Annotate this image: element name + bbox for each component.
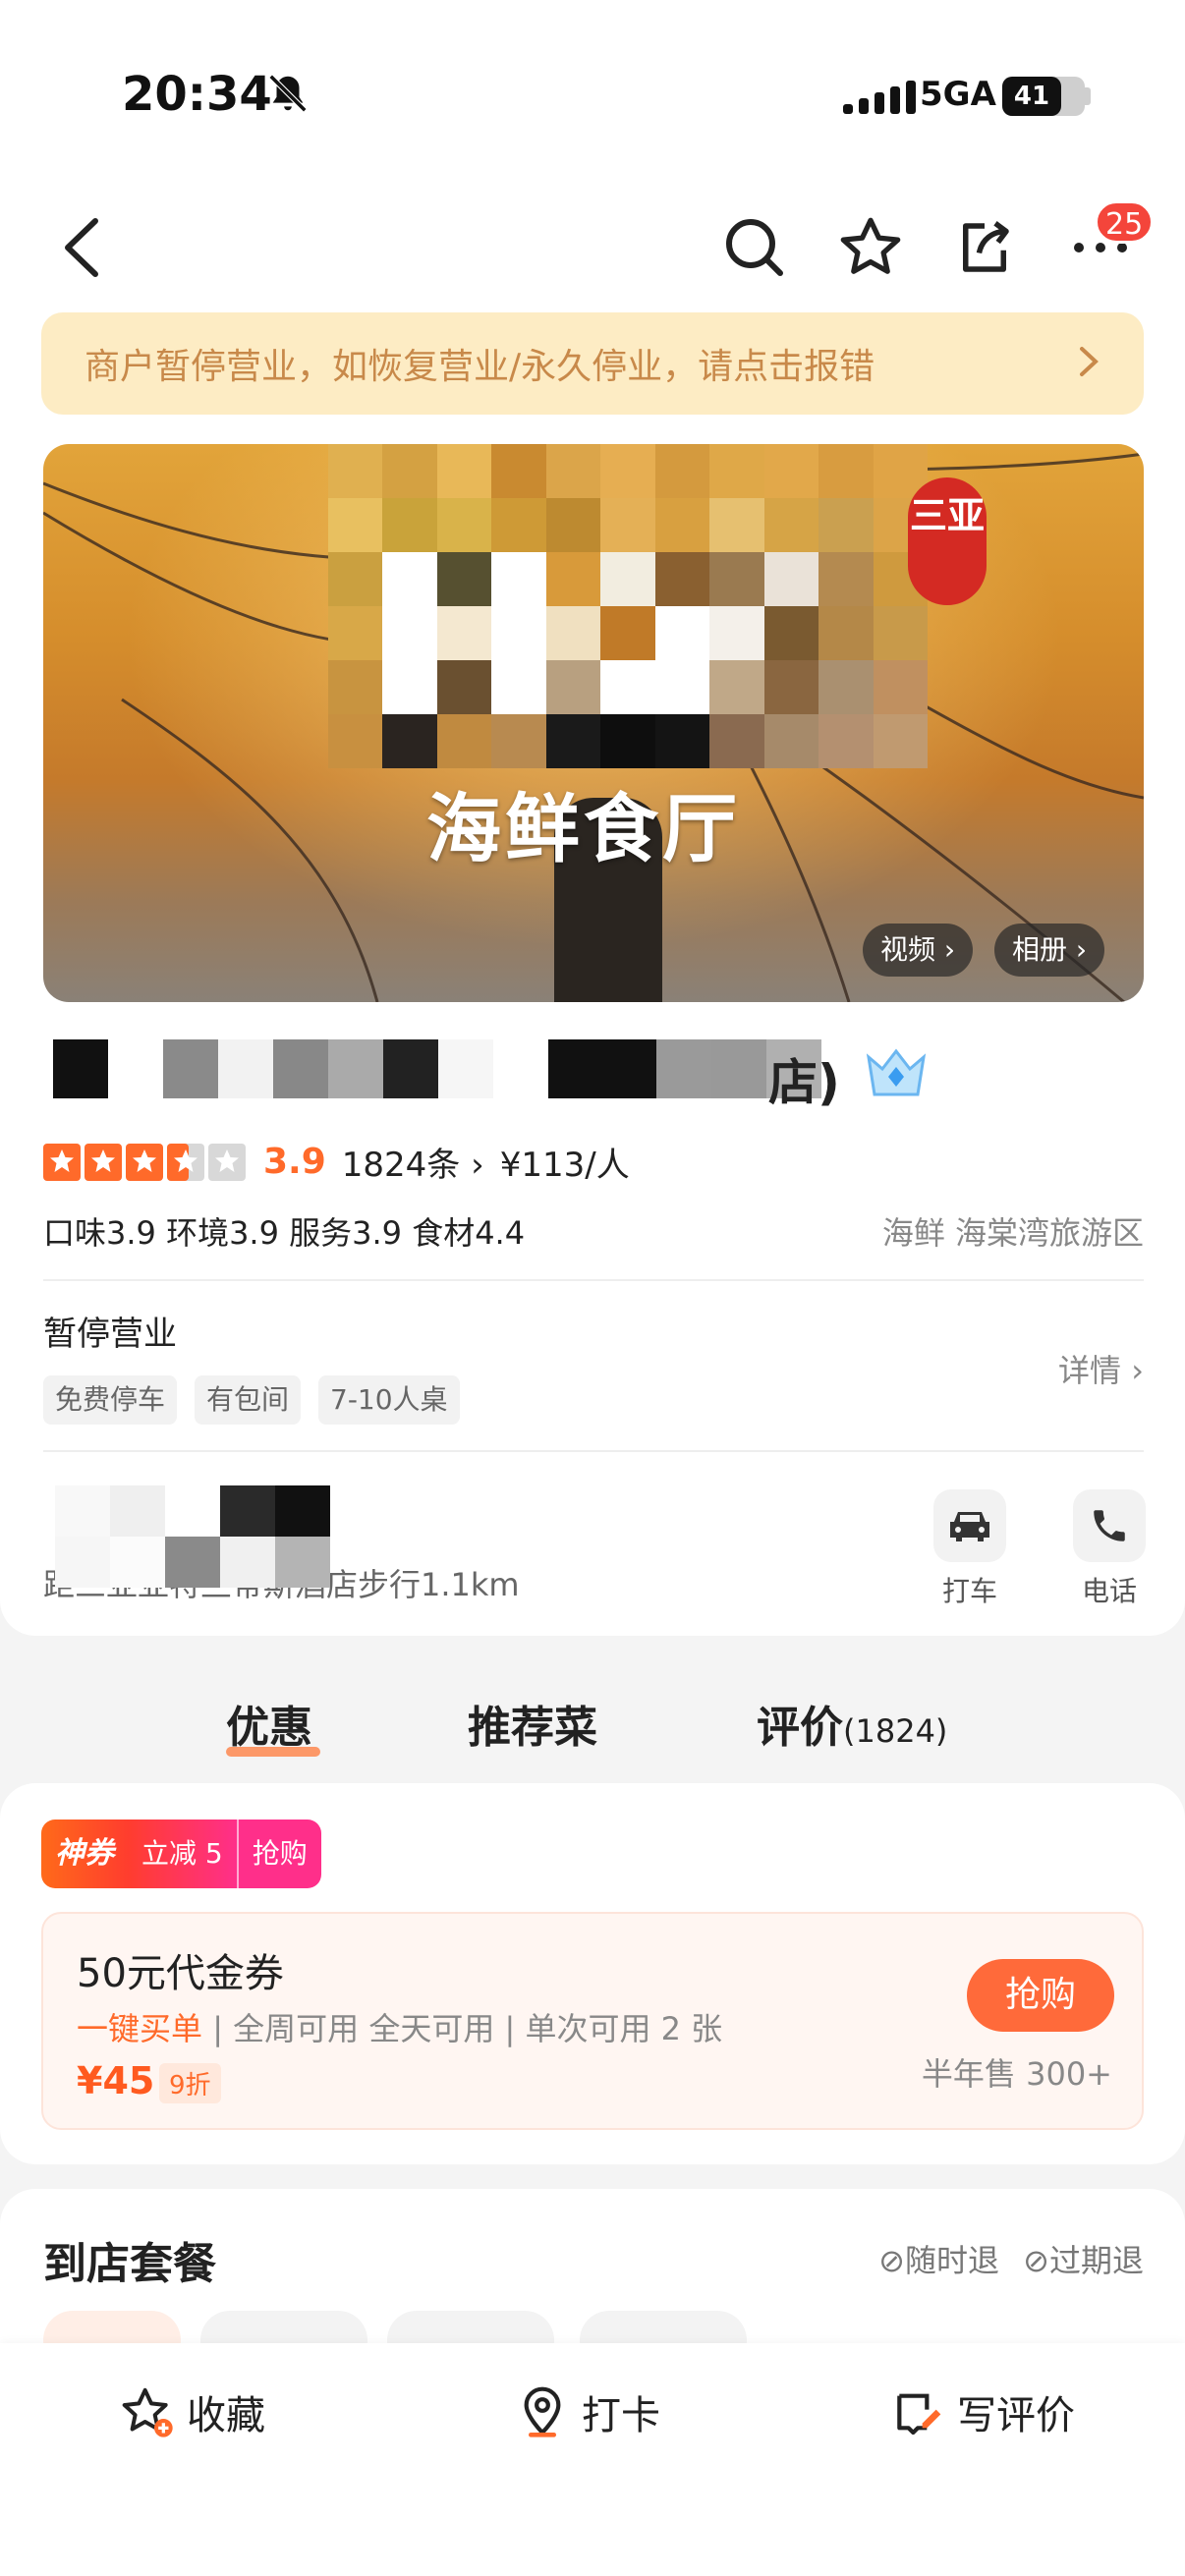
taxi-button[interactable]	[933, 1489, 1006, 1562]
notice-text: 商户暂停营业，如恢复营业/永久停业，请点击报错	[85, 347, 875, 387]
location-pin-icon	[524, 2386, 561, 2437]
tab-recommended-dishes[interactable]: 推荐菜	[468, 1692, 597, 1755]
rating-row[interactable]: 3.9 1824条 › ¥113/人	[43, 1138, 630, 1186]
album-button[interactable]: 相册 ›	[994, 924, 1105, 977]
write-review-button[interactable]: 写评价	[890, 2383, 1075, 2440]
package-title: 到店套餐	[43, 2239, 216, 2289]
phone-button[interactable]	[1073, 1489, 1146, 1562]
crown-badge-icon	[865, 1047, 928, 1102]
voucher-meta: 一键买单 | 全周可用 全天可用 | 单次可用 2 张	[77, 2010, 723, 2047]
category-area[interactable]: 海鲜 海棠湾旅游区	[882, 1208, 1144, 1254]
tag-table-size: 7-10人桌	[318, 1375, 460, 1425]
mute-bell-icon	[265, 71, 310, 120]
details-link[interactable]: 详情 ›	[1058, 1346, 1144, 1391]
hero-caption: 海鲜食厅	[426, 785, 741, 872]
tag-private-room: 有包间	[195, 1375, 302, 1425]
voucher-discount: 9折	[159, 2063, 221, 2103]
tab-reviews[interactable]: 评价(1824)	[757, 1692, 947, 1755]
voucher-price: ¥45	[77, 2059, 155, 2102]
taxi-label: 打车	[941, 1575, 997, 1607]
tag-brand: 神券	[41, 1820, 128, 1888]
share-icon[interactable]	[947, 210, 1022, 285]
search-icon[interactable]	[717, 210, 792, 285]
check-circle-icon: ⊘	[1023, 2242, 1049, 2279]
price-per-person: ¥113/人	[499, 1146, 630, 1185]
write-review-label: 写评价	[957, 2393, 1075, 2438]
star-favorite-icon[interactable]	[833, 210, 908, 285]
phone-label: 电话	[1081, 1575, 1137, 1607]
sanya-stamp: 三亚	[908, 477, 987, 605]
tag-free-parking: 免费停车	[43, 1375, 178, 1425]
video-button[interactable]: 视频 ›	[863, 924, 974, 977]
tab-deals[interactable]: 优惠	[226, 1692, 312, 1755]
star-full-icon	[126, 1143, 163, 1181]
battery-nub	[1085, 87, 1091, 105]
store-name-suffix: 店)	[768, 1054, 840, 1111]
edit-review-icon	[897, 2393, 941, 2436]
divider	[43, 1450, 1144, 1452]
phone-icon	[1094, 1510, 1125, 1541]
bottom-action-bar	[0, 2343, 1185, 2576]
star-plus-icon	[122, 2387, 173, 2437]
back-icon[interactable]	[45, 210, 120, 285]
tag-grab: 抢购	[236, 1820, 321, 1888]
blurred-logo-mosaic	[328, 444, 928, 768]
signal-icon	[843, 79, 916, 122]
closed-notice-banner[interactable]: 商户暂停营业，如恢复营业/永久停业，请点击报错	[41, 312, 1144, 415]
star-full-icon	[43, 1143, 81, 1181]
check-circle-icon: ⊘	[878, 2242, 905, 2279]
business-status: 暂停营业	[43, 1315, 177, 1354]
rating-score: 3.9	[263, 1142, 326, 1182]
more-notification-badge: 25	[1095, 200, 1155, 244]
favorite-label: 收藏	[187, 2393, 265, 2438]
voucher-title: 50元代金券	[77, 1951, 284, 1996]
network-type: 5GA	[920, 75, 996, 114]
status-time: 20:34	[122, 67, 272, 122]
tag-reduce: 立减 5	[128, 1820, 237, 1888]
buy-voucher-button[interactable]: 抢购	[967, 1959, 1114, 2032]
checkin-label: 打卡	[582, 2393, 660, 2438]
voucher-sold-count: 半年售 300+	[921, 2055, 1112, 2093]
coupon-promo-tag: 神券 立减 5 抢购	[41, 1820, 321, 1888]
address-mosaic	[55, 1485, 330, 1588]
battery-icon: 41	[1002, 77, 1085, 116]
refund-guarantees: ⊘随时退 ⊘过期退	[878, 2242, 1144, 2279]
star-full-icon	[85, 1143, 122, 1181]
star-half-icon	[167, 1143, 204, 1181]
divider	[43, 1279, 1144, 1281]
store-name-mosaic	[53, 1039, 821, 1098]
car-icon	[950, 1512, 989, 1541]
review-count-link[interactable]: 1824条 ›	[342, 1138, 484, 1186]
star-empty-icon	[208, 1143, 246, 1181]
store-hero-image[interactable]: 海鲜食厅 三亚 视频 › 相册 ›	[43, 444, 1144, 1002]
sub-scores: 口味3.9 环境3.9 服务3.9 食材4.4	[43, 1214, 526, 1252]
chevron-right-icon	[1077, 345, 1100, 382]
favorite-button[interactable]: 收藏	[120, 2383, 265, 2440]
checkin-button[interactable]: 打卡	[515, 2383, 660, 2440]
